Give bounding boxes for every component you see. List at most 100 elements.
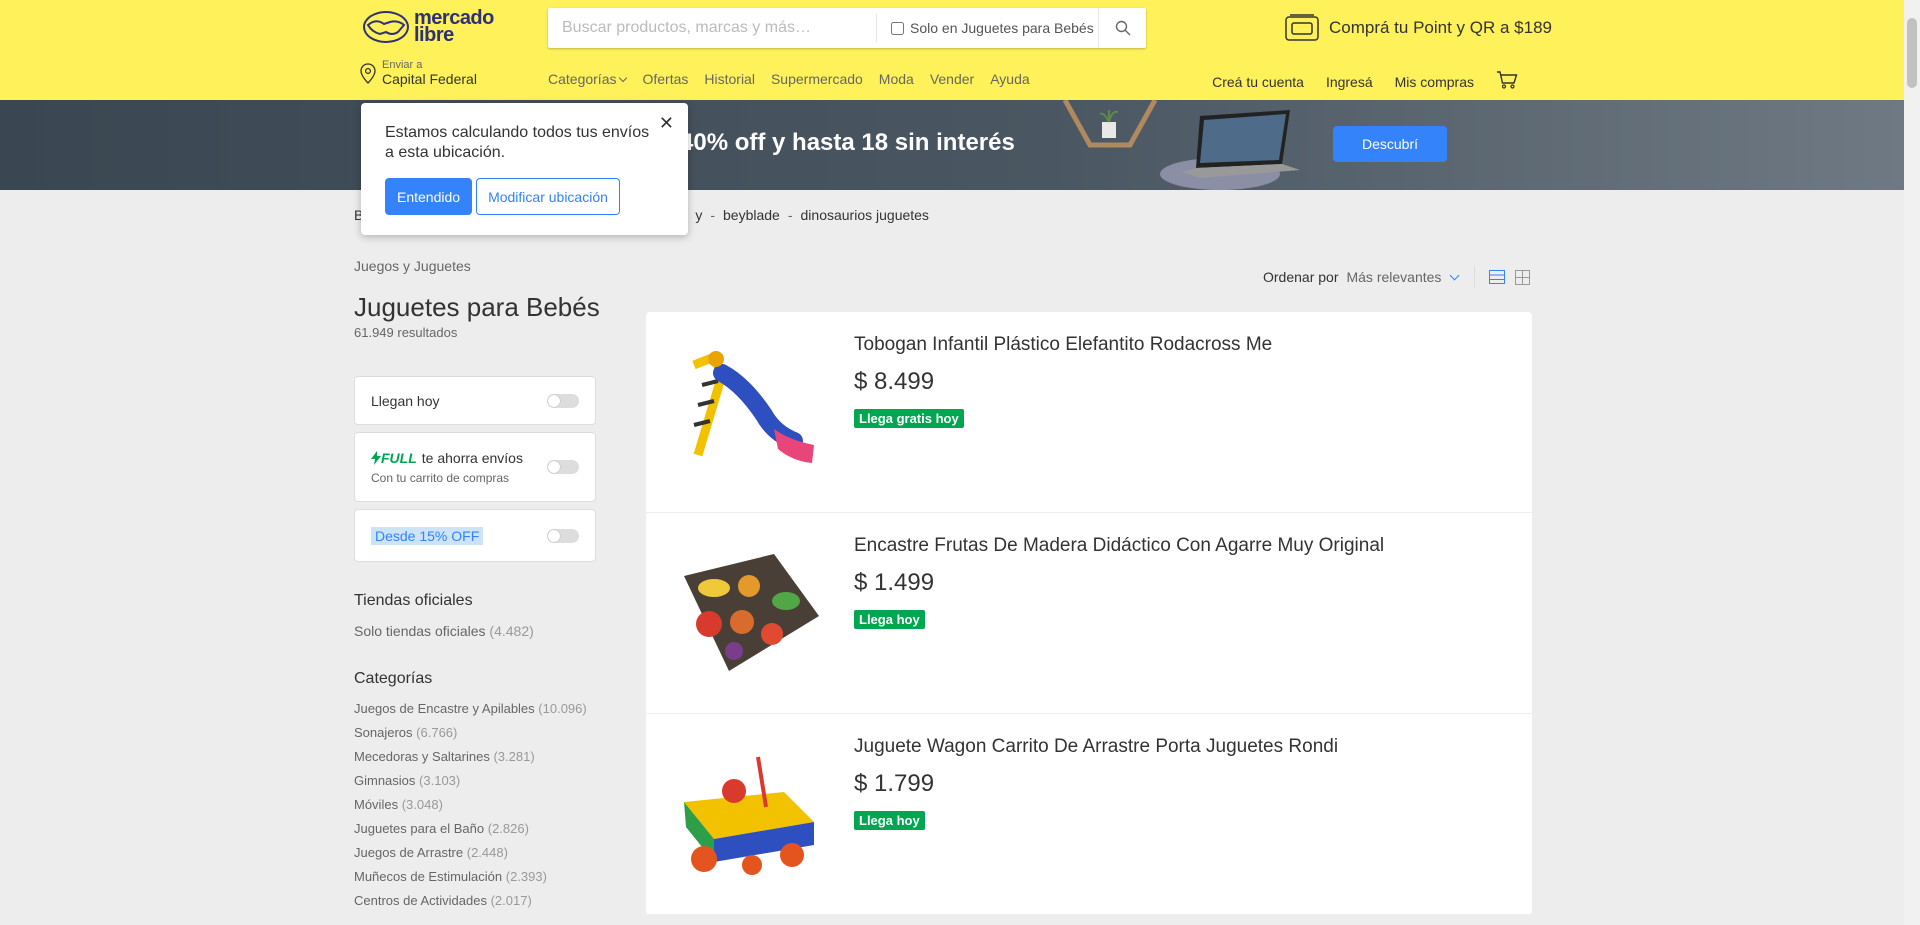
full-toggle[interactable] [547, 460, 579, 474]
discount-toggle[interactable] [547, 528, 579, 543]
chevron-down-icon [619, 73, 628, 83]
search-input[interactable] [548, 8, 876, 48]
nav-supermercado[interactable]: Supermercado [771, 71, 863, 87]
category-count: (10.096) [538, 701, 587, 716]
product-title[interactable]: Juguete Wagon Carrito De Arrastre Porta … [854, 736, 1338, 758]
breadcrumb-item[interactable]: dinosaurios juguetes [801, 207, 929, 223]
user-nav: Creá tu cuenta Ingresá Mis compras [1190, 71, 1518, 92]
search-button[interactable] [1098, 8, 1146, 48]
category-name: Juegos de Encastre y Apilables [354, 701, 535, 716]
laptop-illustration [1160, 110, 1300, 190]
close-icon[interactable]: ✕ [659, 113, 674, 134]
nav-ayuda[interactable]: Ayuda [990, 71, 1029, 87]
point-promo[interactable]: Comprá tu Point y QR a $189 [1285, 14, 1552, 42]
nav-vender[interactable]: Vender [930, 71, 974, 87]
lightning-icon [371, 450, 381, 465]
product-price: $ 1.499 [854, 569, 935, 596]
product-card[interactable]: Juguete Wagon Carrito De Arrastre Porta … [646, 714, 1532, 915]
logo-text-line2: libre [414, 24, 454, 46]
header: mercado libre Solo en Juguetes para Bebé… [0, 0, 1904, 100]
category-item[interactable]: Muñecos de Estimulación (2.393) [354, 869, 587, 893]
page-scrollbar[interactable] [1904, 0, 1920, 925]
search-scope-filter[interactable]: Solo en Juguetes para Bebés [877, 8, 1098, 48]
full-logo: FULL [381, 449, 417, 466]
parent-category-link[interactable]: Juegos y Juguetes [354, 258, 471, 274]
sort-label: Ordenar por [1263, 269, 1339, 285]
product-title[interactable]: Tobogan Infantil Plástico Elefantito Rod… [854, 334, 1272, 356]
category-item[interactable]: Mecedoras y Saltarines (3.281) [354, 749, 587, 773]
category-item[interactable]: Sonajeros (6.766) [354, 725, 587, 749]
filter-full[interactable]: FULL te ahorra envíos Con tu carrito de … [354, 432, 596, 502]
category-item[interactable]: Juegos de Arrastre (2.448) [354, 845, 587, 869]
sort-bar: Ordenar por Más relevantes [1263, 266, 1531, 288]
main-nav: Categorías Ofertas Historial Supermercad… [548, 71, 1046, 87]
product-price: $ 1.799 [854, 770, 935, 797]
category-count: (3.048) [401, 797, 443, 812]
official-stores-link[interactable]: Solo tiendas oficiales (4.482) [354, 623, 534, 639]
category-name: Muñecos de Estimulación [354, 869, 503, 884]
categories-list: Juegos de Encastre y Apilables (10.096) … [354, 701, 587, 917]
nav-moda[interactable]: Moda [879, 71, 914, 87]
handshake-logo-icon [363, 11, 409, 43]
nav-categorias-label: Categorías [548, 71, 617, 87]
scrollbar-thumb[interactable] [1907, 18, 1917, 88]
category-name: Gimnasios [354, 773, 416, 788]
ship-to-value: Capital Federal [382, 71, 477, 87]
shelf-plant-illustration [1062, 100, 1158, 148]
category-count: (3.281) [493, 749, 535, 764]
my-purchases-link[interactable]: Mis compras [1395, 74, 1474, 90]
category-item[interactable]: Centros de Actividades (2.017) [354, 893, 587, 917]
chevron-down-icon [1449, 270, 1460, 281]
official-stores-title: Tiendas oficiales [354, 592, 473, 609]
grid-view-icon[interactable] [1515, 269, 1531, 285]
location-pin-icon [360, 63, 376, 84]
breadcrumb-item[interactable]: beyblade [723, 207, 780, 223]
arrives-today-toggle[interactable] [547, 393, 579, 408]
category-item[interactable]: Juegos de Encastre y Apilables (10.096) [354, 701, 587, 725]
understood-button[interactable]: Entendido [385, 178, 473, 215]
mercadolibre-logo[interactable]: mercado libre [362, 8, 494, 46]
category-name: Mecedoras y Saltarines [354, 749, 490, 764]
point-device-icon [1285, 14, 1319, 41]
sort-dropdown[interactable]: Más relevantes [1346, 269, 1460, 285]
ship-to-location[interactable]: Enviar a Capital Federal [360, 59, 477, 87]
category-item[interactable]: Juguetes para el Baño (2.826) [354, 821, 587, 845]
shipping-badge: Llega gratis hoy [854, 409, 964, 428]
page-title: Juguetes para Bebés [354, 292, 600, 322]
promo-banner[interactable]: a 40% off y hasta 18 sin interés Descubr… [0, 100, 1904, 190]
category-name: Móviles [354, 797, 399, 812]
full-subtext: Con tu carrito de compras [371, 470, 510, 485]
shipping-badge: Llega hoy [854, 610, 925, 629]
cart-button[interactable] [1496, 71, 1518, 92]
banner-text: a 40% off y hasta 18 sin interés [660, 129, 1015, 156]
category-count: (2.017) [490, 893, 532, 908]
results-count: 61.949 resultados [354, 325, 458, 340]
category-count: (2.393) [505, 869, 547, 884]
category-item[interactable]: Gimnasios (3.103) [354, 773, 587, 797]
login-link[interactable]: Ingresá [1326, 74, 1373, 90]
official-stores-label: Solo tiendas oficiales [354, 623, 486, 639]
breadcrumb-item[interactable]: y [695, 207, 702, 223]
search-scope-checkbox[interactable] [891, 21, 904, 35]
search-icon [1115, 20, 1130, 36]
cart-icon [1497, 71, 1518, 89]
product-card[interactable]: Encastre Frutas De Madera Didáctico Con … [646, 513, 1532, 714]
category-count: (2.448) [466, 845, 508, 860]
nav-historial[interactable]: Historial [704, 71, 755, 87]
filter-discount[interactable]: Desde 15% OFF [354, 509, 596, 562]
product-card[interactable]: Tobogan Infantil Plástico Elefantito Rod… [646, 312, 1532, 513]
category-name: Juguetes para el Baño [354, 821, 485, 836]
list-view-icon[interactable] [1489, 270, 1506, 284]
category-item[interactable]: Móviles (3.048) [354, 797, 587, 821]
discover-button[interactable]: Descubrí [1333, 126, 1447, 162]
nav-ofertas[interactable]: Ofertas [642, 71, 688, 87]
ship-to-label: Enviar a [382, 59, 423, 71]
categories-title: Categorías [354, 670, 433, 687]
filter-arrives-today[interactable]: Llegan hoy [354, 376, 596, 425]
slide-toy-image [692, 351, 814, 463]
modify-location-button[interactable]: Modificar ubicación [476, 178, 620, 215]
create-account-link[interactable]: Creá tu cuenta [1212, 74, 1304, 90]
nav-categorias[interactable]: Categorías [548, 71, 628, 87]
product-title[interactable]: Encastre Frutas De Madera Didáctico Con … [854, 535, 1384, 557]
breadcrumb-separator: - [787, 207, 793, 223]
